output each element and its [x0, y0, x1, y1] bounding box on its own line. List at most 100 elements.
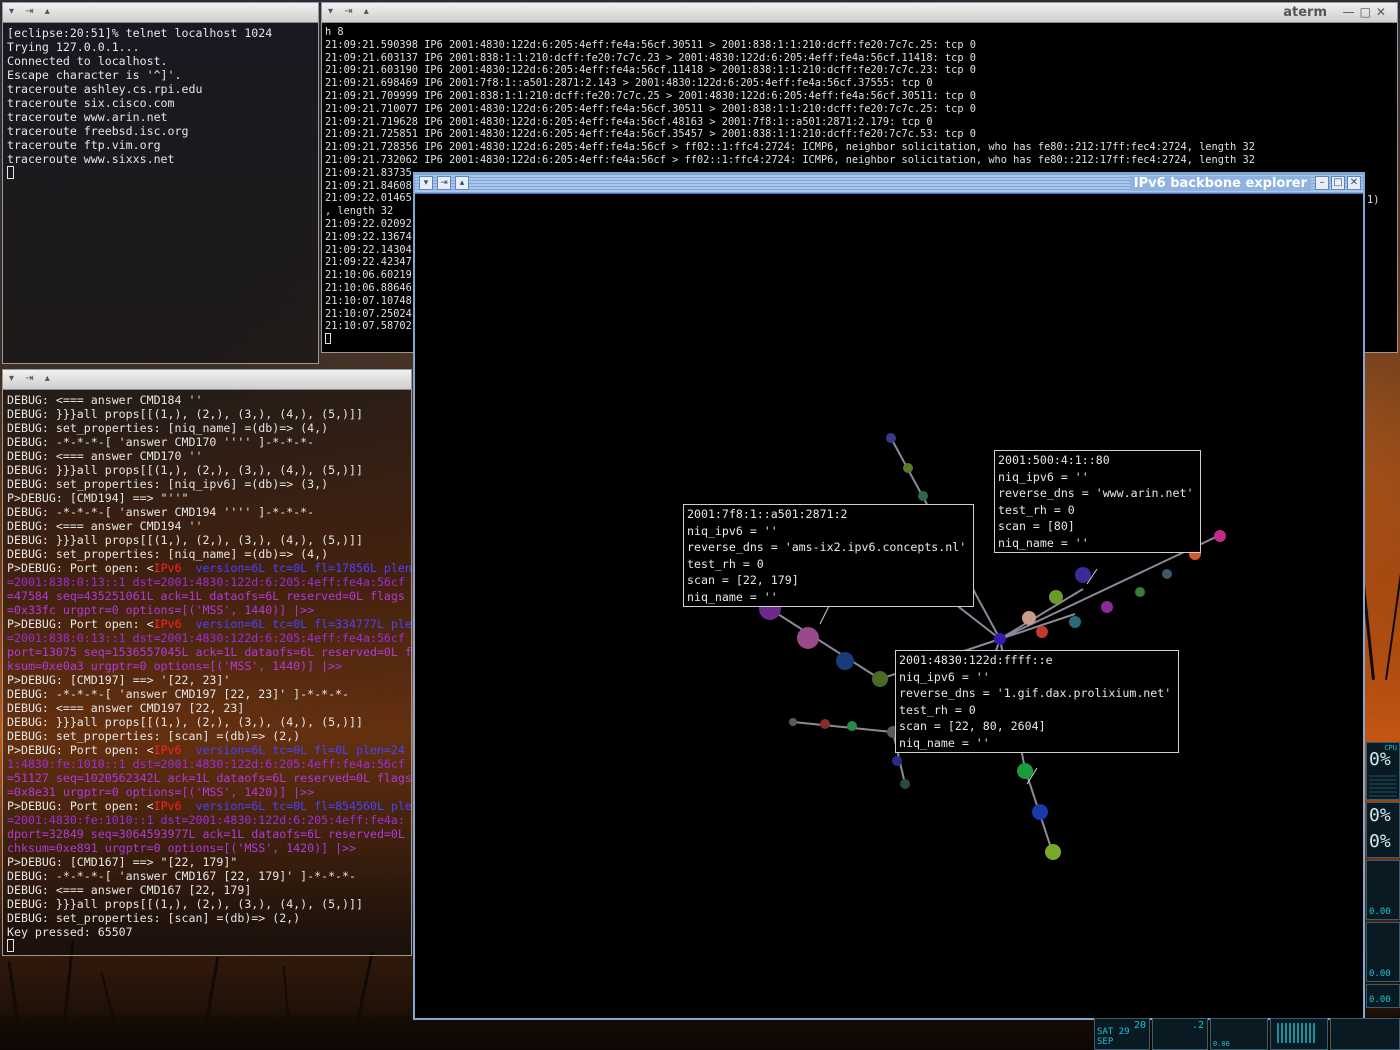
window-menu-icon[interactable]: ▾: [419, 176, 433, 190]
telnet-titlebar[interactable]: ▾ ⇥ ▴: [3, 3, 318, 23]
debug-terminal-window[interactable]: ▾ ⇥ ▴ DEBUG: <=== answer CMD184 '' DEBUG:…: [2, 369, 412, 956]
graph-node[interactable]: [1049, 590, 1063, 604]
terminal-text-segment: DEBUG: <=== answer CMD170 '': [7, 449, 203, 463]
terminal-line: DEBUG: }}}all props[[(1,), (2,), (3,), (…: [7, 407, 407, 421]
graph-node[interactable]: [789, 718, 797, 726]
terminal-text-segment: IPv6: [153, 617, 182, 631]
graph-node[interactable]: [903, 463, 913, 473]
graph-node[interactable]: [1032, 804, 1048, 820]
cpu-monitor-dockapp[interactable]: CPU 0%: [1366, 742, 1400, 800]
graph-node[interactable]: [1214, 530, 1226, 542]
net-monitor-dockapp-1[interactable]: 0.00: [1366, 860, 1400, 920]
scroll-overflow-text: 1): [1367, 194, 1380, 206]
clock-dockapp[interactable]: 20 SAT 29 SEP: [1094, 1018, 1150, 1050]
terminal-text-segment: 1:4830:fe:1010::1 dst=2001:4830:122d:6:2…: [7, 757, 405, 771]
load-dockapp[interactable]: .2: [1152, 1018, 1208, 1050]
graph-node[interactable]: [1036, 626, 1048, 638]
node-address: 2001:4830:122d:ffff::e: [899, 653, 1053, 667]
terminal-text-segment: DEBUG: set_properties: [niq_ipv6] =(db)=…: [7, 477, 329, 491]
graph-node[interactable]: [918, 491, 928, 501]
graph-node[interactable]: [847, 721, 857, 731]
node-info-arin[interactable]: 2001:500:4:1::80 niq_ipv6 = '' reverse_dns…: [994, 450, 1201, 553]
terminal-line: ksum=0xe0a3 urgptr=0 options=[('MSS', 14…: [7, 659, 407, 673]
node-property: niq_name = '': [998, 535, 1089, 550]
raise-icon[interactable]: ▴: [455, 176, 469, 190]
window-menu-buttons[interactable]: ▾ ⇥ ▴: [328, 6, 373, 17]
terminal-line: P>DEBUG: Port open: <IPv6 version=6L tc=…: [7, 561, 411, 575]
terminal-text-segment: DEBUG: -*-*-*-[ 'answer CMD194 '''' ]-*-…: [7, 505, 315, 519]
net-value: 0.00: [1213, 1040, 1230, 1048]
net-monitor-dockapp-3[interactable]: 0.00: [1366, 984, 1400, 1008]
graph-dockapp-2[interactable]: [1270, 1018, 1328, 1050]
terminal-line: [eclipse:20:51]% telnet localhost 1024: [7, 26, 273, 40]
graph-node[interactable]: [872, 671, 888, 687]
text-cursor: [325, 333, 331, 345]
memory-monitor-dockapp[interactable]: 0% 0%: [1366, 802, 1400, 858]
window-control-buttons[interactable]: —□✕: [1343, 5, 1391, 19]
close-icon[interactable]: ✕: [1347, 176, 1361, 190]
minimize-icon[interactable]: –: [1315, 176, 1329, 190]
terminal-line: DEBUG: -*-*-*-[ 'answer CMD194 '''' ]-*-…: [7, 505, 407, 519]
terminal-line: 21:09:21.590398 IP6 2001:4830:122d:6:205…: [325, 38, 976, 51]
terminal-text-segment: DEBUG: <=== answer CMD197 [22, 23]: [7, 701, 245, 715]
graph-node[interactable]: [836, 652, 854, 670]
terminal-text-segment: DEBUG: <=== answer CMD167 [22, 179]: [7, 883, 252, 897]
terminal-text-segment: DEBUG: -*-*-*-[ 'answer CMD197 [22, 23]'…: [7, 687, 350, 701]
node-property: niq_name = '': [899, 735, 990, 750]
terminal-line: DEBUG: <=== answer CMD167 [22, 179]: [7, 883, 407, 897]
terminal-line: DEBUG: <=== answer CMD197 [22, 23]: [7, 701, 407, 715]
graph-node[interactable]: [1101, 601, 1113, 613]
node-property: scan = [22, 80, 2604]: [899, 719, 1046, 733]
debug-titlebar[interactable]: ▾ ⇥ ▴: [3, 370, 411, 390]
graph-node[interactable]: [900, 779, 910, 789]
clock-date: SAT 29 SEP: [1097, 1027, 1130, 1047]
terminal-text-segment: DEBUG: -*-*-*-[ 'answer CMD170 '''' ]-*-…: [7, 435, 315, 449]
terminal-text-segment: version=6L tc=0L fl=0L plen=24: [181, 743, 405, 757]
terminal-line: chksum=0xe891 urgptr=0 options=[('MSS', …: [7, 841, 407, 855]
node-property: test_rh = 0: [687, 556, 764, 571]
graph-node[interactable]: [820, 719, 830, 729]
shade-icon[interactable]: ⇥: [437, 176, 451, 190]
terminal-text-segment: IPv6: [153, 743, 182, 757]
swap-value: 0%: [1369, 831, 1391, 852]
terminal-text-segment: =47584 seq=435251061L ack=1L dataofs=6L …: [7, 589, 405, 603]
terminal-text-segment: P>DEBUG: Port open: <: [7, 743, 154, 757]
node-info-ams-ix2[interactable]: 2001:7f8:1::a501:2871:2 niq_ipv6 = '' reve…: [683, 504, 974, 607]
aterm-titlebar[interactable]: ▾ ⇥ ▴ aterm —□✕: [322, 3, 1397, 23]
graph-node[interactable]: [1135, 587, 1145, 597]
terminal-line: 21:09:21.603190 IP6 2001:4830:122d:6:205…: [325, 64, 976, 77]
node-address: 2001:7f8:1::a501:2871:2: [687, 507, 848, 521]
load-value: .2: [1191, 1020, 1204, 1031]
ipv6-explorer-window[interactable]: ▾ ⇥ ▴ IPv6 backbone explorer – □ ✕ 2001:…: [413, 172, 1365, 1020]
terminal-text-segment: version=6L tc=0L fl=17856L plen: [181, 561, 411, 575]
graph-node[interactable]: [1045, 844, 1061, 860]
graph-node[interactable]: [1017, 763, 1033, 779]
graph-dockapp-1[interactable]: 0.00: [1210, 1018, 1268, 1050]
explorer-titlebar[interactable]: ▾ ⇥ ▴ IPv6 backbone explorer – □ ✕: [415, 174, 1363, 194]
debug-output[interactable]: DEBUG: <=== answer CMD184 '' DEBUG: }}}al…: [3, 390, 411, 955]
terminal-line: =47584 seq=435251061L ack=1L dataofs=6L …: [7, 589, 407, 603]
graph-node[interactable]: [1075, 567, 1091, 583]
graph-node[interactable]: [892, 756, 902, 766]
node-property: reverse_dns = '1.gif.dax.prolixium.net': [899, 686, 1172, 700]
terminal-line: P>DEBUG: Port open: <IPv6 version=6L tc=…: [7, 743, 407, 757]
telnet-output[interactable]: [eclipse:20:51]% telnet localhost 1024 Tr…: [3, 23, 318, 363]
terminal-line: DEBUG: set_properties: [niq_ipv6] =(db)=…: [7, 477, 407, 491]
graph-node[interactable]: [797, 627, 819, 649]
terminal-text-segment: DEBUG: }}}all props[[(1,), (2,), (3,), (…: [7, 407, 363, 421]
graph-canvas[interactable]: 2001:7f8:1::a501:2871:2 niq_ipv6 = '' reve…: [415, 194, 1363, 1018]
window-menu-buttons[interactable]: ▾ ⇥ ▴: [9, 373, 54, 384]
graph-node[interactable]: [1069, 616, 1081, 628]
net-value: 0.00: [1369, 969, 1391, 979]
graph-node[interactable]: [1162, 569, 1172, 579]
window-menu-buttons[interactable]: ▾ ⇥ ▴: [9, 6, 54, 17]
node-info-prolixium[interactable]: 2001:4830:122d:ffff::e niq_ipv6 = '' rever…: [895, 650, 1179, 753]
maximize-icon[interactable]: □: [1331, 176, 1345, 190]
graph-dockapp-3[interactable]: [1330, 1018, 1400, 1050]
net-monitor-dockapp-2[interactable]: 0.00: [1366, 922, 1400, 982]
terminal-text-segment: DEBUG: set_properties: [scan] =(db)=> (2…: [7, 729, 301, 743]
graph-node[interactable]: [1022, 611, 1036, 625]
graph-node[interactable]: [886, 433, 896, 443]
graph-node[interactable]: [994, 633, 1006, 645]
telnet-terminal-window[interactable]: ▾ ⇥ ▴ [eclipse:20:51]% telnet localhost …: [2, 2, 319, 364]
